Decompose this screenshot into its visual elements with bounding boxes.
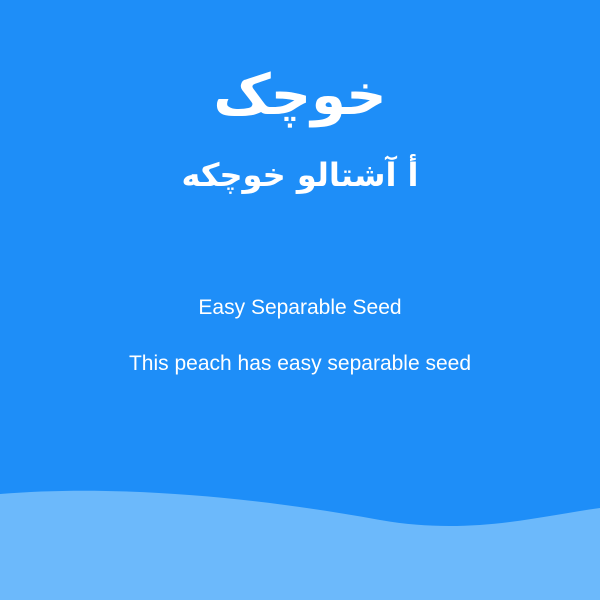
onboarding-screen: خوچک أ آشتالو خوچکه Easy Separable Seed … xyxy=(0,0,600,600)
wave-decoration xyxy=(0,490,600,600)
page-title: خوچک xyxy=(213,63,387,128)
feature-title: Easy Separable Seed xyxy=(198,296,402,319)
page-subtitle: أ آشتالو خوچکه xyxy=(181,156,419,194)
feature-description: This peach has easy separable seed xyxy=(128,352,472,375)
wave-shape xyxy=(0,490,600,600)
